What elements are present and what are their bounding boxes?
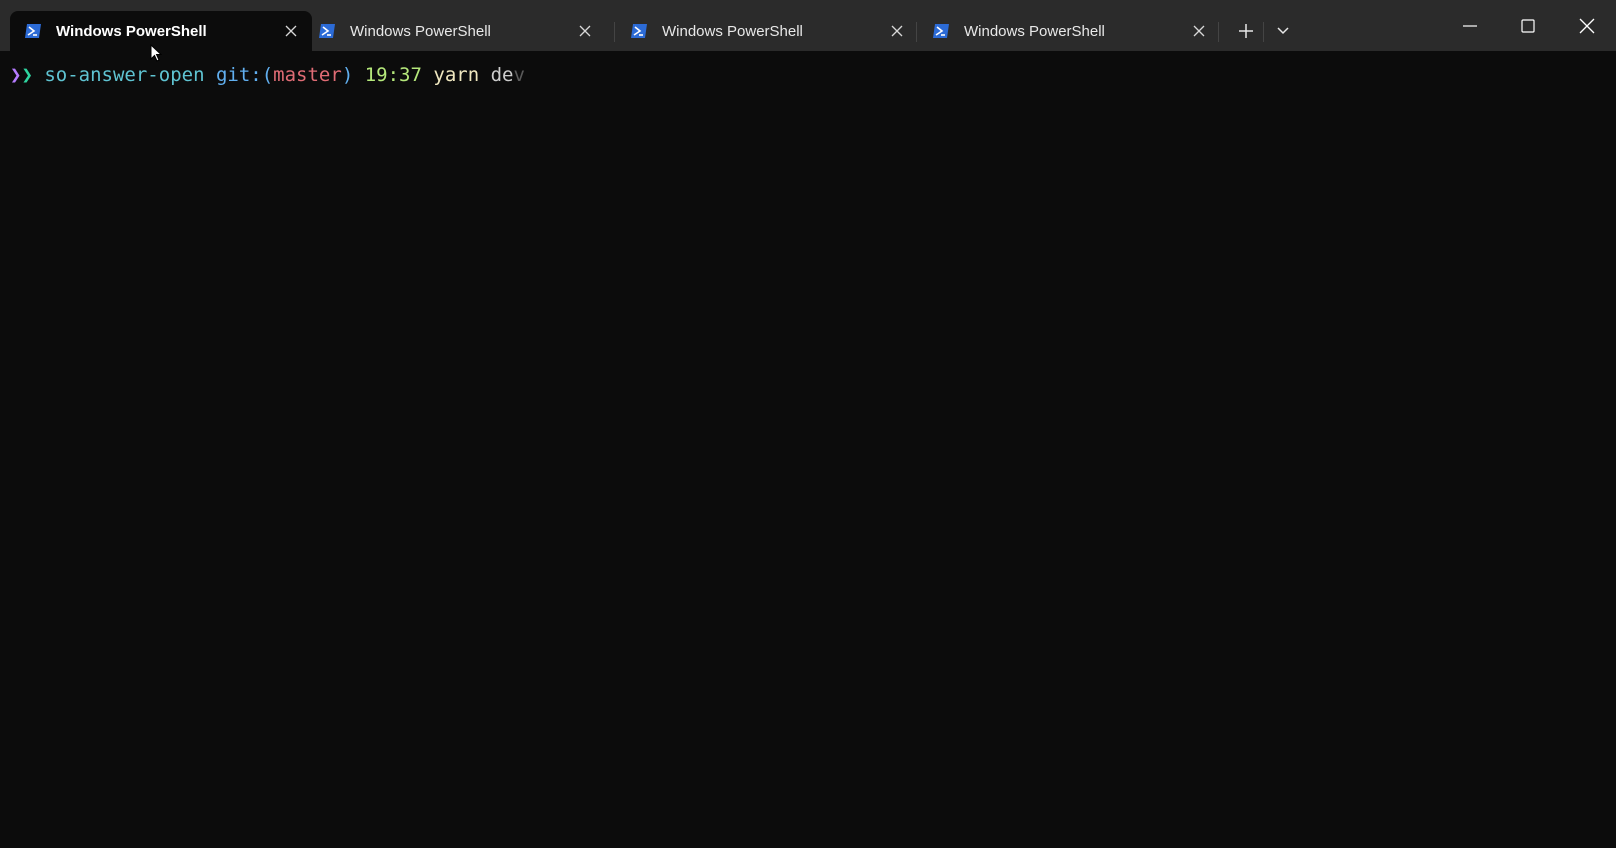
powershell-icon (319, 24, 335, 38)
close-tab-icon[interactable] (888, 22, 906, 40)
close-tab-icon[interactable] (576, 22, 594, 40)
terminal-window: Windows PowerShell Windows PowerShell Wi… (0, 0, 1616, 848)
tab-title: Windows PowerShell (662, 22, 803, 40)
powershell-icon (631, 24, 647, 38)
close-icon (1579, 18, 1595, 33)
tab-title: Windows PowerShell (350, 22, 491, 40)
prompt-git-label: git:( (215, 64, 274, 86)
maximize-button[interactable] (1499, 0, 1557, 51)
prompt-directory: so-answer-open (44, 64, 205, 86)
mouse-cursor-icon (150, 44, 163, 62)
powershell-icon (933, 24, 949, 38)
new-tab-button[interactable] (1233, 18, 1259, 44)
close-window-button[interactable] (1558, 0, 1616, 51)
close-tab-icon[interactable] (1190, 22, 1208, 40)
tab-separator (916, 22, 917, 42)
command-argument: de (490, 64, 514, 86)
prompt-git-close: ) (341, 64, 354, 86)
tab-separator (614, 22, 615, 42)
tab-powershell-3[interactable]: Windows PowerShell (616, 11, 918, 51)
tab-dropdown-button[interactable] (1270, 18, 1296, 44)
minimize-icon (1463, 24, 1477, 27)
chevron-down-icon (1277, 27, 1289, 35)
prompt-arrow-icon: ❯ (21, 64, 33, 86)
prompt-git-branch: master (273, 64, 342, 86)
tab-powershell-2[interactable]: Windows PowerShell (304, 11, 606, 51)
command-text: yarn (433, 64, 480, 86)
powershell-icon (25, 24, 41, 38)
prompt-arrows: ❯❯ (10, 64, 33, 86)
close-tab-icon[interactable] (282, 22, 300, 40)
maximize-icon (1521, 18, 1535, 33)
tab-powershell-4[interactable]: Windows PowerShell (918, 11, 1220, 51)
terminal-content[interactable]: ❯❯ so-answer-open git:(master) 19:37 yar… (0, 51, 1616, 848)
tab-title: Windows PowerShell (964, 22, 1105, 40)
tab-title: Windows PowerShell (56, 22, 207, 40)
autosuggestion-text: v (513, 64, 525, 86)
prompt-time: 19:37 (364, 64, 422, 86)
tab-separator (1263, 22, 1264, 42)
prompt-arrow-icon: ❯ (10, 64, 22, 86)
tab-separator (1218, 22, 1219, 42)
plus-icon (1239, 24, 1253, 38)
minimize-button[interactable] (1441, 0, 1499, 51)
prompt-line: ❯❯ so-answer-open git:(master) 19:37 yar… (10, 63, 525, 87)
title-bar[interactable]: Windows PowerShell Windows PowerShell Wi… (0, 0, 1616, 51)
